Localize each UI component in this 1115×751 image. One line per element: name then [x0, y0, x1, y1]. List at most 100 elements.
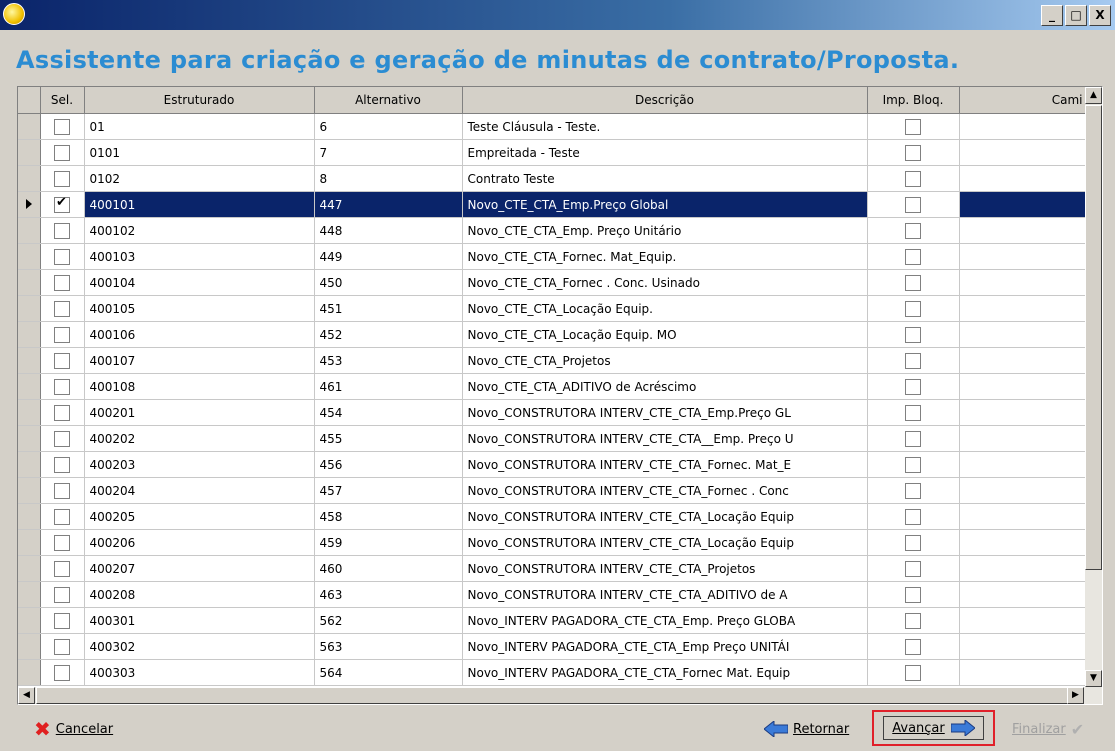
cell-descricao[interactable]: Novo_CONSTRUTORA INTERV_CTE_CTA_ADITIVO …: [462, 581, 868, 608]
select-checkbox[interactable]: [54, 378, 70, 395]
imp-bloq-cell[interactable]: [867, 373, 960, 400]
cell-descricao[interactable]: Novo_CTE_CTA_Emp.Preço Global: [462, 191, 868, 218]
row-indicator[interactable]: [18, 503, 41, 530]
cell-estruturado[interactable]: 400208: [84, 581, 315, 608]
select-cell[interactable]: [40, 373, 85, 400]
cell-caminho[interactable]: [959, 165, 1086, 192]
select-checkbox[interactable]: [54, 248, 70, 265]
cell-caminho[interactable]: [959, 529, 1086, 556]
table-row[interactable]: 0102 8 Contrato Teste: [18, 165, 1086, 192]
select-checkbox[interactable]: [54, 352, 70, 369]
select-cell[interactable]: [40, 165, 85, 192]
cell-estruturado[interactable]: 400106: [84, 321, 315, 348]
select-cell[interactable]: [40, 139, 85, 166]
select-checkbox[interactable]: [54, 534, 70, 551]
table-row[interactable]: 400204 457 Novo_CONSTRUTORA INTERV_CTE_CTA…: [18, 477, 1086, 504]
cell-descricao[interactable]: Novo_INTERV PAGADORA_CTE_CTA_Emp Preço U…: [462, 633, 868, 660]
cell-descricao[interactable]: Empreitada - Teste: [462, 139, 868, 166]
select-cell[interactable]: [40, 295, 85, 322]
cell-alternativo[interactable]: 460: [314, 555, 463, 582]
maximize-button[interactable]: □: [1065, 5, 1087, 26]
table-row[interactable]: 400105 451 Novo_CTE_CTA_Locação Equip.: [18, 295, 1086, 322]
table-row[interactable]: 400104 450 Novo_CTE_CTA_Fornec . Conc. Usi…: [18, 269, 1086, 296]
select-checkbox[interactable]: [54, 404, 70, 421]
imp-bloq-cell[interactable]: [867, 191, 960, 218]
imp-bloq-checkbox[interactable]: [905, 144, 921, 161]
imp-bloq-cell[interactable]: [867, 581, 960, 608]
table-row[interactable]: 01 6 Teste Cláusula - Teste.: [18, 113, 1086, 140]
select-cell[interactable]: [40, 451, 85, 478]
cell-alternativo[interactable]: 453: [314, 347, 463, 374]
row-indicator[interactable]: [18, 607, 41, 634]
app-icon[interactable]: [3, 3, 25, 25]
select-checkbox[interactable]: [54, 508, 70, 525]
select-cell[interactable]: [40, 555, 85, 582]
cell-alternativo[interactable]: 6: [314, 113, 463, 140]
imp-bloq-checkbox[interactable]: [905, 248, 921, 265]
cell-estruturado[interactable]: 400101: [84, 191, 315, 218]
cell-estruturado[interactable]: 400201: [84, 399, 315, 426]
cell-alternativo[interactable]: 458: [314, 503, 463, 530]
cell-caminho[interactable]: [959, 295, 1086, 322]
imp-bloq-cell[interactable]: [867, 477, 960, 504]
cell-descricao[interactable]: Novo_CONSTRUTORA INTERV_CTE_CTA_Locação …: [462, 503, 868, 530]
select-cell[interactable]: [40, 269, 85, 296]
select-cell[interactable]: [40, 243, 85, 270]
select-cell[interactable]: [40, 633, 85, 660]
imp-bloq-cell[interactable]: [867, 113, 960, 140]
select-checkbox[interactable]: [54, 195, 70, 213]
cell-caminho[interactable]: [959, 321, 1086, 348]
row-indicator[interactable]: [18, 347, 41, 374]
cell-estruturado[interactable]: 0102: [84, 165, 315, 192]
select-checkbox[interactable]: [54, 482, 70, 499]
imp-bloq-checkbox[interactable]: [905, 586, 921, 603]
select-checkbox[interactable]: [54, 170, 70, 187]
imp-bloq-cell[interactable]: [867, 165, 960, 192]
vertical-scrollbar[interactable]: ▲ ▼: [1085, 87, 1102, 687]
cell-descricao[interactable]: Novo_CONSTRUTORA INTERV_CTE_CTA__Emp. Pr…: [462, 425, 868, 452]
imp-bloq-checkbox[interactable]: [905, 300, 921, 317]
table-row[interactable]: 400207 460 Novo_CONSTRUTORA INTERV_CTE_CTA…: [18, 555, 1086, 582]
select-cell[interactable]: [40, 399, 85, 426]
next-button-face[interactable]: Avançar: [883, 716, 984, 740]
imp-bloq-cell[interactable]: [867, 269, 960, 296]
cell-alternativo[interactable]: 563: [314, 633, 463, 660]
table-row[interactable]: 400208 463 Novo_CONSTRUTORA INTERV_CTE_CTA…: [18, 581, 1086, 608]
cell-caminho[interactable]: [959, 633, 1086, 660]
cell-descricao[interactable]: Novo_CONSTRUTORA INTERV_CTE_CTA_Emp.Preç…: [462, 399, 868, 426]
select-cell[interactable]: [40, 477, 85, 504]
imp-bloq-cell[interactable]: [867, 399, 960, 426]
select-cell[interactable]: [40, 659, 85, 686]
imp-bloq-cell[interactable]: [867, 139, 960, 166]
cell-caminho[interactable]: [959, 503, 1086, 530]
column-header-estruturado[interactable]: Estruturado: [84, 87, 315, 114]
vertical-scroll-thumb[interactable]: [1085, 105, 1102, 570]
cell-estruturado[interactable]: 400202: [84, 425, 315, 452]
table-row[interactable]: 400303 564 Novo_INTERV PAGADORA_CTE_CTA_Fo…: [18, 659, 1086, 686]
table-row[interactable]: 400301 562 Novo_INTERV PAGADORA_CTE_CTA_Em…: [18, 607, 1086, 634]
row-indicator[interactable]: [18, 243, 41, 270]
minimize-button[interactable]: _: [1041, 5, 1063, 26]
cell-estruturado[interactable]: 400103: [84, 243, 315, 270]
cell-estruturado[interactable]: 400205: [84, 503, 315, 530]
cell-descricao[interactable]: Novo_CONSTRUTORA INTERV_CTE_CTA_Locação …: [462, 529, 868, 556]
select-cell[interactable]: [40, 321, 85, 348]
imp-bloq-checkbox[interactable]: [905, 482, 921, 499]
imp-bloq-checkbox[interactable]: [905, 664, 921, 681]
cell-alternativo[interactable]: 447: [314, 191, 463, 218]
cell-estruturado[interactable]: 01: [84, 113, 315, 140]
select-checkbox[interactable]: [54, 456, 70, 473]
cell-descricao[interactable]: Novo_CTE_CTA_Locação Equip.: [462, 295, 868, 322]
cell-caminho[interactable]: [959, 347, 1086, 374]
row-indicator[interactable]: [18, 659, 41, 686]
imp-bloq-cell[interactable]: [867, 451, 960, 478]
close-button[interactable]: X: [1089, 5, 1111, 26]
cell-alternativo[interactable]: 454: [314, 399, 463, 426]
next-button[interactable]: Avançar: [872, 710, 995, 746]
select-checkbox[interactable]: [54, 144, 70, 161]
imp-bloq-checkbox[interactable]: [905, 404, 921, 421]
finish-button[interactable]: Finalizar ✔: [1012, 714, 1084, 744]
imp-bloq-checkbox[interactable]: [905, 534, 921, 551]
cell-caminho[interactable]: [959, 399, 1086, 426]
imp-bloq-checkbox[interactable]: [905, 352, 921, 369]
